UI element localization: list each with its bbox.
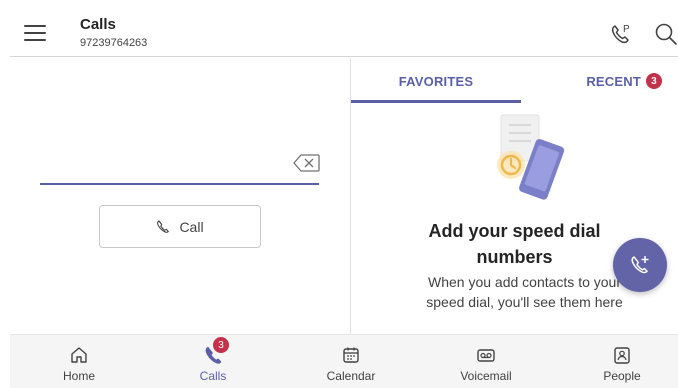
tab-favorites-label: FAVORITES: [398, 73, 474, 89]
app-frame: Calls 97239764263 P Call FAVORITES RECEN…: [10, 10, 678, 388]
nav-calendar-label: Calendar: [326, 369, 376, 383]
bottom-navigation: Home 3 Calls Calendar Voicemail People: [10, 334, 678, 388]
phone-icon: 3: [203, 337, 229, 365]
add-phone-icon: [631, 256, 649, 274]
nav-voicemail[interactable]: Voicemail: [431, 335, 541, 388]
dial-input-underline[interactable]: [40, 183, 319, 185]
call-park-icon[interactable]: P: [608, 21, 634, 47]
people-icon: [612, 345, 632, 365]
nav-home-label: Home: [62, 369, 95, 383]
svg-text:P: P: [623, 24, 630, 35]
empty-state-desc-line2: speed dial, you'll see them here: [426, 294, 623, 310]
backspace-icon[interactable]: [293, 153, 321, 173]
speed-dial-illustration: [481, 113, 571, 213]
nav-voicemail-label: Voicemail: [460, 369, 512, 383]
nav-people-label: People: [603, 369, 641, 383]
speed-dial-panel: FAVORITES RECENT 3 Add your speed dial n…: [351, 58, 678, 334]
page-title: Calls: [80, 16, 116, 33]
nav-people[interactable]: People: [567, 335, 677, 388]
voicemail-icon: [476, 345, 496, 365]
active-tab-indicator: [351, 100, 521, 103]
home-icon: [69, 345, 89, 365]
calls-badge: 3: [213, 337, 229, 353]
nav-calls[interactable]: 3 Calls: [158, 335, 268, 388]
phone-icon: [156, 219, 170, 234]
call-button-label: Call: [179, 218, 204, 235]
search-icon[interactable]: [653, 21, 678, 47]
add-speed-dial-button[interactable]: [613, 238, 667, 292]
tab-recent[interactable]: RECENT 3: [521, 58, 678, 104]
nav-calendar[interactable]: Calendar: [296, 335, 406, 388]
tab-recent-label: RECENT: [586, 73, 641, 89]
recent-count-badge: 3: [646, 73, 662, 89]
nav-calls-label: Calls: [199, 369, 227, 383]
tab-favorites[interactable]: FAVORITES: [351, 58, 521, 104]
hamburger-menu-icon[interactable]: [24, 23, 48, 43]
calendar-icon: [341, 345, 361, 365]
nav-home[interactable]: Home: [24, 335, 134, 388]
call-button[interactable]: Call: [99, 205, 261, 248]
dialer-panel: Call: [10, 58, 350, 334]
app-header: Calls 97239764263 P: [10, 10, 678, 57]
phone-number: 97239764263: [80, 37, 148, 49]
